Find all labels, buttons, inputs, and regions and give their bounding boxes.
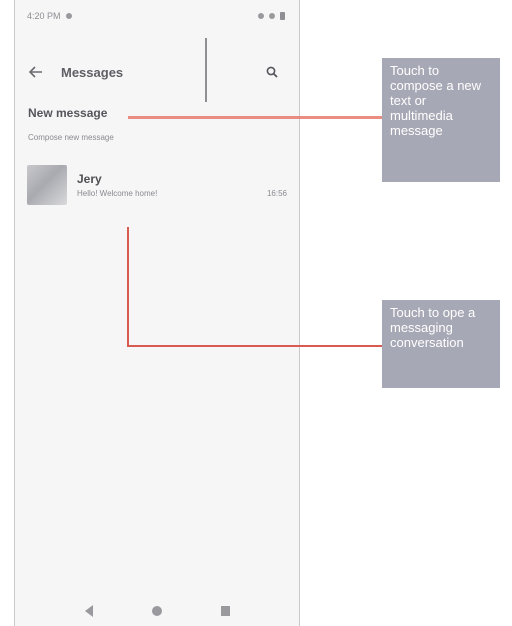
search-icon[interactable] <box>263 63 281 81</box>
system-nav-bar <box>15 596 299 626</box>
back-arrow-icon[interactable] <box>27 63 45 81</box>
open-leader-line-vertical <box>127 227 129 346</box>
conversation-item[interactable]: Jery Hello! Welcome home! 16:56 <box>15 156 299 214</box>
callout-compose: Touch to compose a new text or multimedi… <box>382 58 500 182</box>
nav-recents-icon[interactable] <box>220 606 230 616</box>
avatar <box>27 165 67 205</box>
contact-name: Jery <box>77 172 102 186</box>
app-bar: Messages <box>15 50 299 94</box>
phone-screen: 4:20 PM Messages New message Compose new… <box>14 0 300 626</box>
page-title: Messages <box>61 64 124 80</box>
compose-subtitle: Compose new message <box>28 133 114 142</box>
message-time: 16:56 <box>266 188 287 198</box>
status-time: 4:20 PM <box>27 11 61 21</box>
compose-leader-line <box>128 116 382 119</box>
battery-icon <box>280 12 285 20</box>
new-message-button[interactable]: New message <box>28 106 107 120</box>
status-bar: 4:20 PM <box>15 0 299 32</box>
nav-home-icon[interactable] <box>151 606 162 616</box>
open-leader-line-horizontal <box>127 345 382 347</box>
wifi-icon <box>269 13 275 19</box>
message-preview: Hello! Welcome home! <box>77 189 158 198</box>
notification-icon <box>65 13 72 19</box>
nav-back-icon[interactable] <box>84 605 93 617</box>
callout-open-conversation: Touch to ope a messaging conversation <box>382 300 500 388</box>
divider-line <box>205 38 207 102</box>
signal-icon <box>258 13 264 19</box>
